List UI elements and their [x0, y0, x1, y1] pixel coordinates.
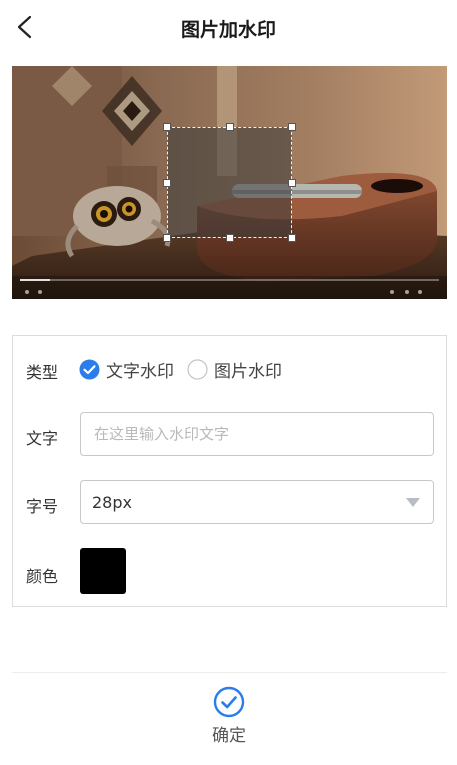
radio-text-watermark[interactable]: 文字水印 — [79, 357, 174, 382]
confirm-button[interactable]: 确定 — [196, 686, 262, 746]
check-circle-icon — [213, 686, 245, 718]
watermark-text-input[interactable] — [92, 413, 426, 455]
caret-down-icon — [406, 498, 420, 507]
resize-handle-bottom-left[interactable] — [163, 234, 171, 242]
radio-image-watermark[interactable]: 图片水印 — [187, 357, 282, 382]
footer-divider — [12, 672, 447, 673]
resize-handle-bottom-right[interactable] — [288, 234, 296, 242]
color-swatch[interactable] — [80, 548, 126, 594]
resize-handle-bottom[interactable] — [226, 234, 234, 242]
watermark-area[interactable] — [163, 123, 296, 242]
type-label: 类型 — [26, 363, 59, 382]
radio-checked-icon — [79, 359, 100, 380]
header-bar: 图片加水印 — [0, 0, 457, 56]
text-label: 文字 — [26, 429, 59, 448]
font-size-value: 28px — [92, 493, 132, 512]
resize-handle-right[interactable] — [288, 179, 296, 187]
resize-handle-top-right[interactable] — [288, 123, 296, 131]
radio-text-watermark-label: 文字水印 — [106, 362, 174, 382]
confirm-label: 确定 — [212, 726, 246, 746]
color-label: 颜色 — [26, 567, 59, 586]
size-label: 字号 — [26, 497, 59, 516]
radio-unchecked-icon — [187, 359, 208, 380]
watermark-text-field[interactable] — [80, 412, 434, 456]
resize-handle-top-left[interactable] — [163, 123, 171, 131]
watermark-settings-panel: 类型 文字水印 图片水印 文字 字号 28px 颜色 — [12, 335, 447, 607]
font-size-select[interactable]: 28px — [80, 480, 434, 524]
resize-handle-top[interactable] — [226, 123, 234, 131]
page-title: 图片加水印 — [180, 19, 276, 41]
radio-image-watermark-label: 图片水印 — [214, 362, 282, 382]
resize-handle-left[interactable] — [163, 179, 171, 187]
